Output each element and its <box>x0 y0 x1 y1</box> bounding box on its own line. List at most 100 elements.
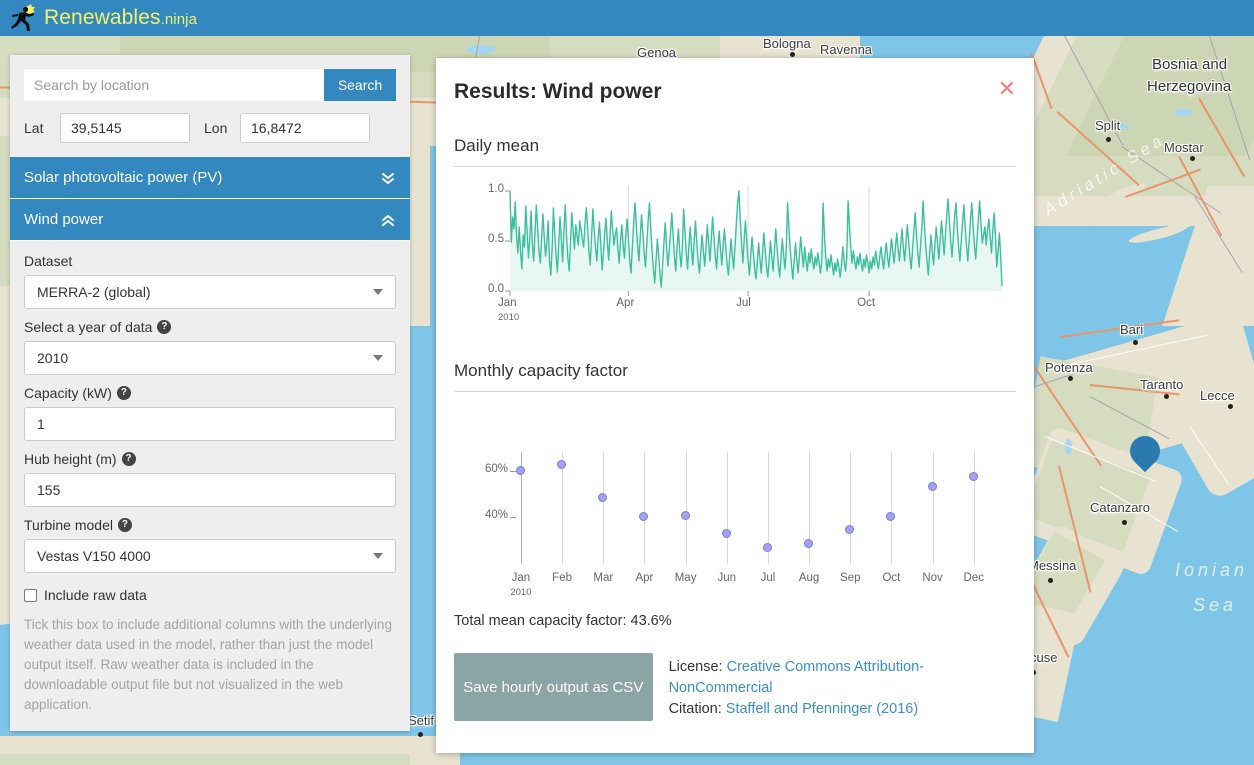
y-axis-tick-label: 40% <box>484 509 508 522</box>
lon-label: Lon <box>204 120 228 136</box>
map-city-label: Taranto <box>1140 377 1184 392</box>
map-city-dot <box>1228 404 1233 409</box>
hub-height-input[interactable] <box>24 473 396 507</box>
map-city-dot <box>1190 156 1195 161</box>
year-label: Select a year of data <box>24 319 153 335</box>
year-select[interactable]: 2010 <box>24 341 396 375</box>
lollipop-stem <box>685 452 687 564</box>
app-header: Renewables.ninja <box>0 0 1254 36</box>
data-point[interactable] <box>515 465 525 475</box>
save-csv-button[interactable]: Save hourly output as CSV <box>454 653 653 721</box>
accordion-solar-pv[interactable]: Solar photovoltaic power (PV) <box>10 157 410 199</box>
x-axis-tick-label: Jan <box>498 297 517 309</box>
x-axis-tick-label: Oct <box>857 297 876 309</box>
coordinates-row: Lat Lon <box>10 101 410 157</box>
map-city-dot <box>1133 340 1138 345</box>
search-button[interactable]: Search <box>324 69 396 101</box>
include-raw-data-row[interactable]: Include raw data <box>24 587 396 603</box>
data-point[interactable] <box>721 528 731 538</box>
monthly-section-title: Monthly capacity factor <box>454 361 1016 392</box>
data-point[interactable] <box>639 512 649 522</box>
chevron-down-icon <box>373 289 383 295</box>
chevron-double-up-icon[interactable] <box>380 212 396 228</box>
map-landmass <box>0 754 410 765</box>
turbine-select[interactable]: Vestas V150 4000 <box>24 539 396 573</box>
capacity-label-row: Capacity (kW) ? <box>24 385 396 401</box>
capacity-label: Capacity (kW) <box>24 385 112 401</box>
axis-tick <box>510 517 516 519</box>
dataset-value: MERRA-2 (global) <box>37 284 151 300</box>
x-axis-year-label: 2010 <box>498 312 520 323</box>
dataset-label-row: Dataset <box>24 253 396 269</box>
x-axis-tick-label: Mar <box>593 572 614 584</box>
chevron-down-icon <box>373 355 383 361</box>
data-point[interactable] <box>968 471 978 481</box>
results-panel: Results: Wind power ✕ Daily mean 0.0 0.5 1… <box>436 58 1034 753</box>
monthly-plot: 40% 60% Jan Feb Mar Apr May Jun Jul Aug Sep Oct Nov D… <box>454 404 1014 598</box>
capacity-input[interactable] <box>24 407 396 441</box>
search-input[interactable] <box>24 69 324 101</box>
year-label-row: Select a year of data ? <box>24 319 396 335</box>
map-sea-label: Sea <box>1193 595 1238 615</box>
x-axis-tick-label: Dec <box>963 572 984 584</box>
help-icon[interactable]: ? <box>116 386 131 400</box>
turbine-value: Vestas V150 4000 <box>37 548 151 564</box>
license-label: License: <box>668 659 727 675</box>
search-row: Search <box>10 55 410 101</box>
data-point[interactable] <box>886 512 896 522</box>
include-raw-data-label: Include raw data <box>44 587 147 603</box>
chevron-down-icon <box>373 553 383 559</box>
ninja-logo-icon[interactable] <box>6 3 40 33</box>
citation-row: Citation: Staffell and Pfenninger (2016) <box>669 699 1016 720</box>
x-axis-tick-label: Feb <box>552 572 572 584</box>
lat-input[interactable] <box>60 113 190 143</box>
map-city-dot <box>1164 394 1169 399</box>
include-raw-data-checkbox[interactable] <box>24 588 37 602</box>
data-point[interactable] <box>762 542 772 552</box>
dataset-select[interactable]: MERRA-2 (global) <box>24 275 396 309</box>
sidebar-panel: Search Lat Lon Solar photovoltaic power … <box>10 55 410 731</box>
citation-link[interactable]: Staffell and Pfenninger (2016) <box>726 701 918 717</box>
accordion-wind-power[interactable]: Wind power <box>10 199 410 241</box>
help-icon[interactable]: ? <box>121 452 136 466</box>
brand-title: Renewables.ninja <box>44 6 197 30</box>
x-axis-tick-label: Aug <box>798 572 820 584</box>
daily-mean-plot <box>505 186 1003 296</box>
data-point[interactable] <box>680 511 690 521</box>
data-point[interactable] <box>927 482 937 491</box>
lollipop-stem <box>726 452 728 564</box>
y-axis-tick-label: 60% <box>484 462 508 475</box>
dataset-label: Dataset <box>24 253 73 269</box>
close-icon[interactable]: ✕ <box>998 78 1016 100</box>
page-title: Results: Wind power <box>454 80 662 103</box>
chevron-double-down-icon[interactable] <box>380 170 396 186</box>
map-city-label: Lecce <box>1200 388 1235 403</box>
help-icon[interactable]: ? <box>117 518 132 532</box>
results-meta: License: Creative Commons Attribution-No… <box>669 653 1016 720</box>
data-point[interactable] <box>804 539 814 549</box>
turbine-label-row: Turbine model ? <box>24 517 396 533</box>
help-icon[interactable]: ? <box>157 320 172 334</box>
data-point[interactable] <box>598 492 608 502</box>
map-city-label: Bologna <box>763 36 811 51</box>
lon-input[interactable] <box>240 113 370 143</box>
hub-height-label-row: Hub height (m) ? <box>24 451 396 467</box>
daily-mean-chart: 0.0 0.5 1.0 Jan Apr Jul Oct 2010 <box>454 179 1016 329</box>
accordion-wind-power-label: Wind power <box>24 211 104 228</box>
lat-label: Lat <box>24 120 44 136</box>
lollipop-stem <box>850 452 852 564</box>
map-city-dot <box>1048 578 1053 583</box>
x-axis-year-label: 2010 <box>510 587 532 598</box>
map-city-dot <box>790 52 795 57</box>
include-raw-data-help-text: Tick this box to include additional colu… <box>24 617 392 712</box>
map-lake <box>466 45 496 54</box>
y-axis-tick-label: 0.5 <box>488 233 504 245</box>
x-axis-tick-label: Jan <box>511 572 531 584</box>
data-point[interactable] <box>845 525 855 535</box>
lollipop-stem <box>603 452 605 564</box>
total-capacity-factor: Total mean capacity factor: 43.6% <box>454 613 672 629</box>
data-point[interactable] <box>557 459 567 469</box>
y-axis-tick-label: 0.0 <box>488 283 504 295</box>
map-city-label: Messina <box>1028 558 1077 573</box>
map-city-dot <box>1106 137 1111 142</box>
